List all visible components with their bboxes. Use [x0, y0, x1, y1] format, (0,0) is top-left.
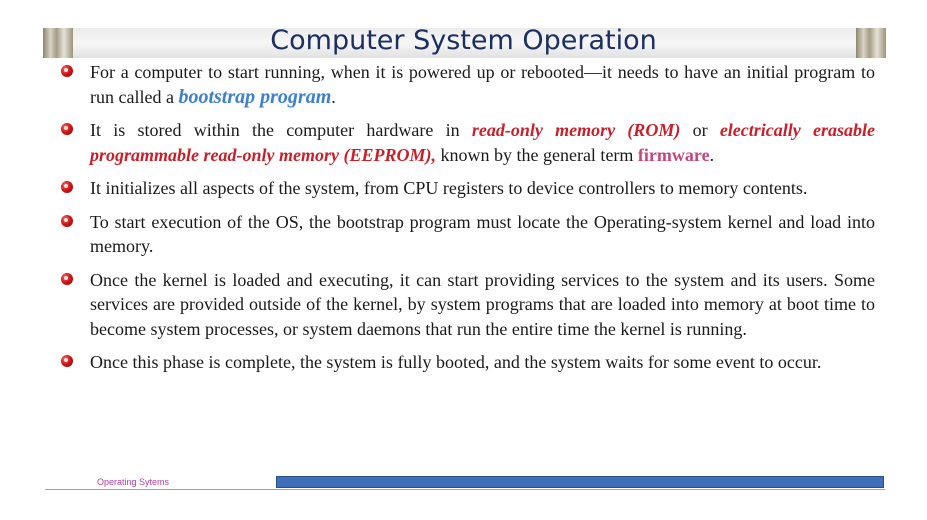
- bullet-text: It is stored within the computer hardwar…: [90, 118, 875, 167]
- bullet-text: It initializes all aspects of the system…: [90, 176, 875, 201]
- bullet-item: Once this phase is complete, the system …: [61, 350, 875, 375]
- bullet-item: It is stored within the computer hardwar…: [61, 118, 875, 167]
- bullet-text-run: Once this phase is complete, the system …: [90, 352, 822, 372]
- bullet-icon: [61, 181, 73, 193]
- bullet-text: Once the kernel is loaded and executing,…: [90, 268, 875, 342]
- bullet-item: To start execution of the OS, the bootst…: [61, 210, 875, 259]
- highlighted-term: firmware: [637, 144, 710, 165]
- bullet-text-run: .: [709, 144, 715, 165]
- footer-bar: [276, 476, 884, 488]
- bullet-icon: [61, 214, 73, 227]
- bullet-text-run: Once the kernel is loaded and executing,…: [90, 269, 875, 339]
- bullet-text: For a computer to start running, when it…: [90, 60, 875, 109]
- bullet-item: It initializes all aspects of the system…: [61, 176, 875, 201]
- bullet-text-run: It initializes all aspects of the system…: [90, 178, 808, 198]
- bullet-text-run: or: [680, 120, 720, 140]
- bullet-text-run: It is stored within the computer hardwar…: [90, 120, 472, 140]
- bullet-text: To start execution of the OS, the bootst…: [90, 210, 875, 259]
- bullet-item: For a computer to start running, when it…: [61, 60, 875, 109]
- bullet-icon: [61, 355, 73, 367]
- bullet-text-run: .: [331, 86, 336, 107]
- bullet-item: Once the kernel is loaded and executing,…: [61, 268, 875, 342]
- bullet-text-run: To start execution of the OS, the bootst…: [90, 211, 875, 257]
- footer-divider: [45, 489, 885, 490]
- highlighted-term: read-only memory (ROM): [471, 120, 681, 140]
- bullet-text-run: known by the general term: [435, 144, 638, 165]
- page-title: Computer System Operation: [270, 25, 657, 56]
- bullet-text: Once this phase is complete, the system …: [90, 350, 875, 375]
- footer-text: Operating Sytems: [97, 477, 170, 487]
- highlighted-term: bootstrap program: [178, 85, 332, 108]
- bullet-icon: [61, 272, 73, 285]
- bullet-icon: [61, 123, 73, 135]
- bullet-list: For a computer to start running, when it…: [61, 60, 875, 384]
- bullet-icon: [61, 65, 73, 77]
